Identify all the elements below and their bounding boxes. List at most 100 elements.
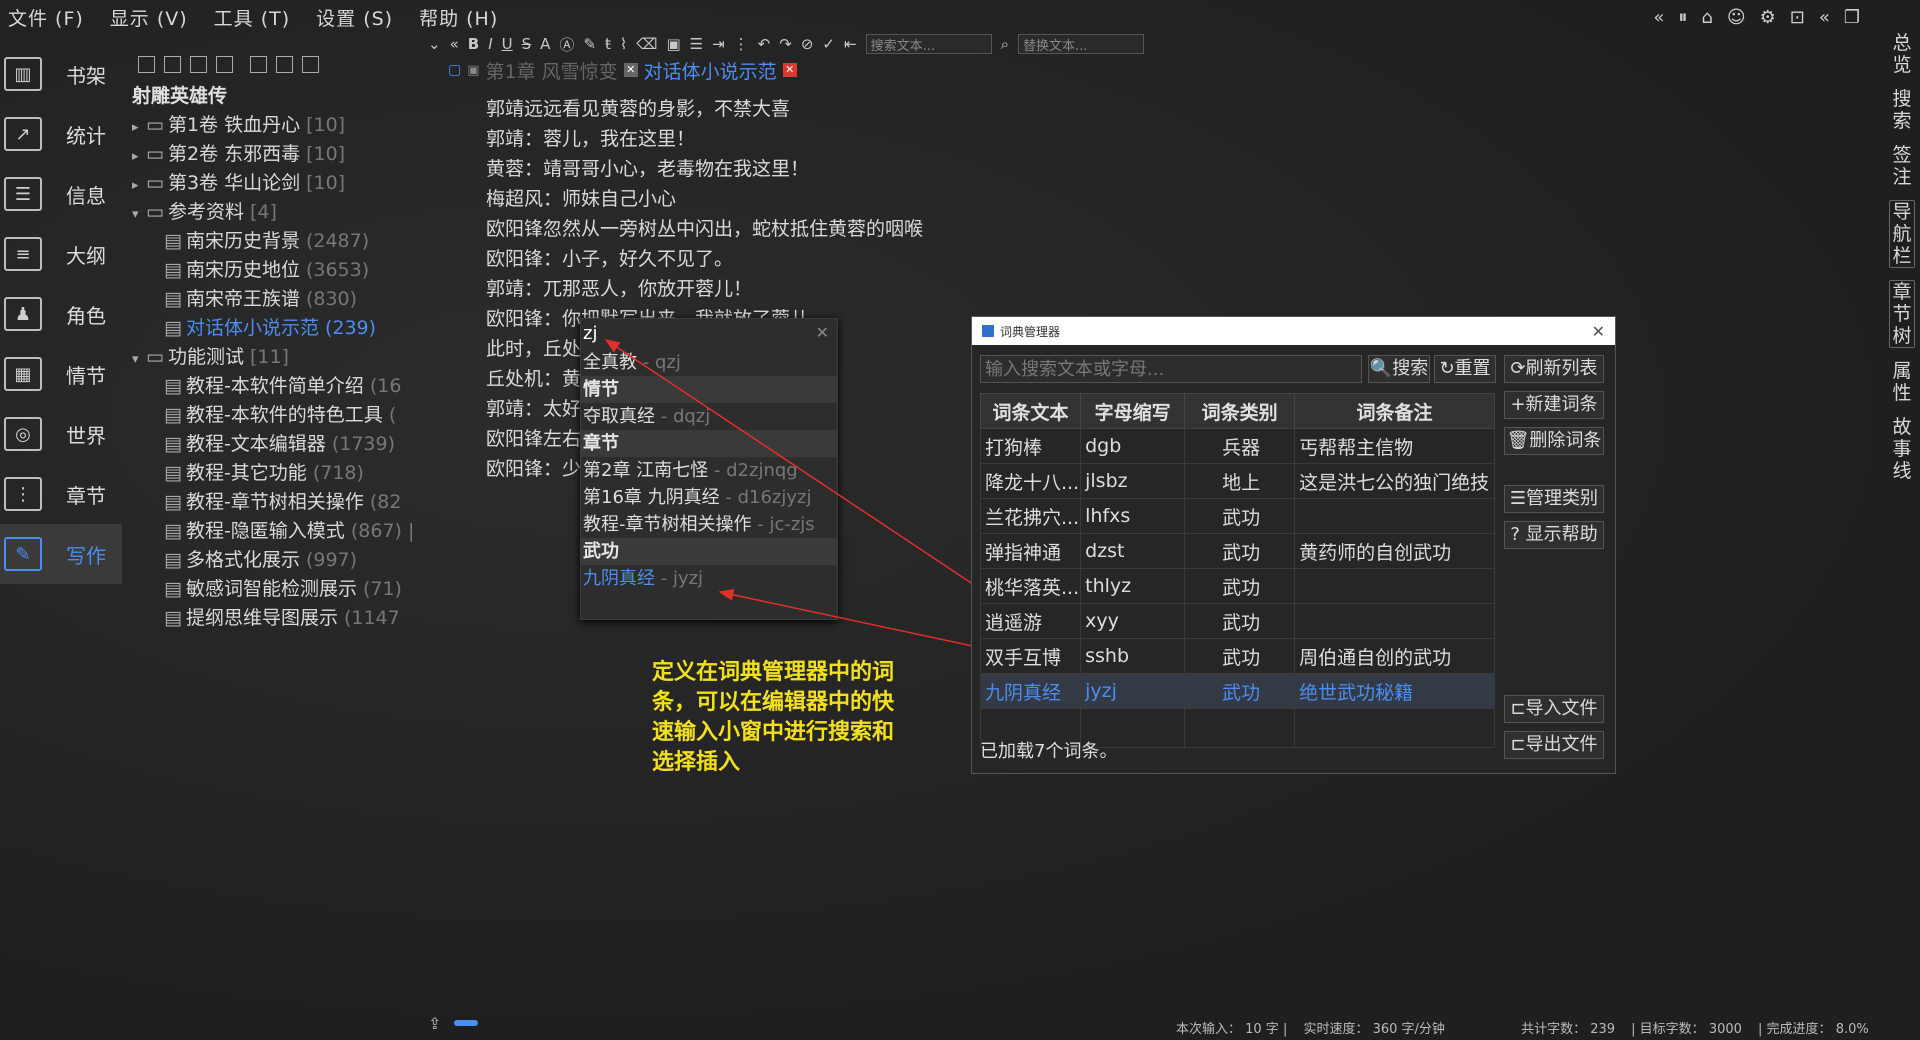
table-cell[interactable]: 兵器 (1184, 428, 1296, 464)
tree-item[interactable]: ▾ ▭ 参考资料 [4] (132, 198, 422, 227)
column-header[interactable]: 字母缩写 (1080, 393, 1186, 429)
close-icon[interactable]: ✕ (782, 63, 797, 77)
table-row[interactable]: 兰花拂穴... lhfxs 武功 (979, 498, 1495, 534)
table-row[interactable]: 九阴真经 jyzj 武功 绝世武功秘籍 (979, 673, 1495, 709)
nav-item-1[interactable]: ↗ 统计 (0, 104, 122, 164)
table-cell[interactable] (1294, 603, 1495, 639)
zoom-slider[interactable] (454, 1020, 478, 1026)
restore-window-icon[interactable]: ❐ (1844, 7, 1860, 28)
chevron-right-icon[interactable]: ▸ (132, 142, 146, 169)
expand-icon[interactable]: ⌄ (428, 35, 441, 53)
menu-settings[interactable]: 设置 (S) (316, 4, 393, 31)
right-tab[interactable]: 章节树 (1889, 280, 1915, 348)
dict-search-input[interactable]: 输入搜索文本或字母... (980, 355, 1362, 383)
tab-chapter1[interactable]: ▣ 第1章 风雪惊变 ✕ (467, 57, 638, 84)
nav-item-5[interactable]: ▦ 情节 (0, 344, 122, 404)
close-icon[interactable]: ✕ (816, 323, 829, 342)
nav-item-0[interactable]: ▥ 书架 (0, 44, 122, 104)
tree-item[interactable]: ▤ 南宋历史背景 (2487) (132, 227, 422, 256)
table-row[interactable]: 逍遥游 xyy 武功 (979, 603, 1495, 639)
show-help-button[interactable]: ? 显示帮助 (1504, 521, 1604, 549)
tree-item[interactable]: ▤ 教程-本软件的特色工具( (132, 401, 422, 430)
link-icon[interactable]: ⌇ (620, 35, 627, 53)
table-cell[interactable] (1294, 498, 1495, 534)
tree-item[interactable]: ▤ 教程-本软件简单介绍 (16 (132, 372, 422, 401)
strike-icon[interactable]: ŧ (605, 35, 611, 53)
table-row[interactable]: 桃华落英... thlyz 武功 (979, 568, 1495, 604)
strikethrough-icon[interactable]: S (522, 35, 532, 53)
table-cell[interactable]: 武功 (1184, 568, 1296, 604)
close-icon[interactable]: ✕ (623, 63, 638, 77)
tree-item[interactable]: ▤ 教程-其它功能 (718) (132, 459, 422, 488)
nav-item-7[interactable]: ⋮ 章节 (0, 464, 122, 524)
right-tab[interactable]: 总览 (1890, 32, 1914, 76)
italic-icon[interactable]: I (488, 35, 492, 53)
tree-item[interactable]: ▤ 南宋历史地位 (3653) (132, 256, 422, 285)
reset-button[interactable]: ↻重置 (1434, 355, 1496, 383)
close-icon[interactable]: ✕ (1592, 322, 1605, 341)
new-entry-button[interactable]: +新建词条 (1504, 391, 1604, 419)
tree-item[interactable]: ▤ 对话体小说示范 (239) (132, 314, 422, 343)
right-tab[interactable]: 搜索 (1890, 88, 1914, 132)
chevron-right-icon[interactable]: ▸ (132, 113, 146, 140)
table-cell[interactable]: 丐帮帮主信物 (1294, 428, 1495, 464)
column-header[interactable]: 词条备注 (1294, 393, 1495, 429)
back-icon[interactable]: ⇤ (844, 35, 857, 53)
replace-input[interactable]: 替换文本... (1017, 34, 1144, 54)
spellcheck-icon[interactable]: ✓ (822, 35, 835, 53)
table-cell[interactable]: 绝世武功秘籍 (1294, 673, 1495, 709)
tab-list-icon[interactable]: ▢ (448, 62, 461, 78)
popup-suggestion[interactable]: 全真教 - qzj (581, 349, 837, 376)
new-chapter-icon[interactable] (164, 56, 181, 73)
nav-item-3[interactable]: ≡ 大纲 (0, 224, 122, 284)
table-cell[interactable]: 周伯通自创的武功 (1294, 638, 1495, 674)
chevron-down-icon[interactable]: ▾ (132, 345, 146, 372)
chevron-right-icon[interactable]: ▸ (132, 171, 146, 198)
right-tab[interactable]: 故事线 (1890, 416, 1914, 482)
import-file-button[interactable]: ⊏导入文件 (1504, 695, 1604, 723)
tree-item[interactable]: ▸ ▭ 第1卷 铁血丹心 [10] (132, 111, 422, 140)
table-cell[interactable]: 武功 (1184, 498, 1296, 534)
right-tab[interactable]: 导航栏 (1889, 200, 1915, 268)
tree-item[interactable]: ▤ 提纲思维导图展示 (1147 (132, 604, 422, 633)
popup-suggestion[interactable]: 九阴真经 - jyzj (581, 565, 837, 592)
menu-file[interactable]: 文件 (F) (8, 4, 84, 31)
table-cell[interactable]: 地上 (1184, 463, 1296, 499)
gear-icon[interactable]: ⚙ (1760, 7, 1776, 28)
tree-item[interactable]: ▸ ▭ 第3卷 华山论剑 [10] (132, 169, 422, 198)
bold-icon[interactable]: B (468, 35, 479, 53)
tree-item[interactable]: ▤ 敏感词智能检测展示 (71) (132, 575, 422, 604)
popup-suggestion[interactable]: 教程-章节树相关操作 - jc-zjs (581, 511, 837, 538)
table-cell[interactable] (1294, 568, 1495, 604)
eraser-icon[interactable]: ⌫ (636, 35, 657, 53)
search-button[interactable]: 🔍搜索 (1368, 355, 1430, 383)
table-cell[interactable]: 武功 (1184, 533, 1296, 569)
refresh-list-button[interactable]: ⟳刷新列表 (1504, 355, 1604, 383)
indent-icon[interactable]: ⇥ (712, 35, 725, 53)
collapse-left-icon[interactable]: « (1653, 7, 1664, 28)
pen-icon[interactable]: ✎ (583, 35, 596, 53)
new-volume-icon[interactable] (138, 56, 155, 73)
table-cell[interactable]: 黄药师的自创武功 (1294, 533, 1495, 569)
table-row[interactable]: 降龙十八... jlsbz 地上 这是洪七公的独门绝技 (979, 463, 1495, 499)
undo-icon[interactable]: ↶ (758, 35, 771, 53)
column-header[interactable]: 词条文本 (979, 393, 1082, 429)
menu-help[interactable]: 帮助 (H) (419, 4, 498, 31)
shirt-icon[interactable]: ⌂ (1701, 7, 1712, 28)
collapse-icon[interactable] (190, 56, 207, 73)
lock-icon[interactable]: ⊡ (1790, 7, 1805, 28)
table-cell[interactable]: 武功 (1184, 603, 1296, 639)
right-tab[interactable]: 签注 (1890, 144, 1914, 188)
hide-icon[interactable]: ⊘ (801, 35, 814, 53)
numbered-list-icon[interactable]: ⋮ (734, 35, 749, 53)
search-icon[interactable]: ⌕ (1001, 35, 1009, 53)
nav-item-6[interactable]: ◎ 世界 (0, 404, 122, 464)
user-icon[interactable]: ☺ (1727, 7, 1746, 28)
export-file-button[interactable]: ⊏导出文件 (1504, 731, 1604, 759)
double-chevron-icon[interactable]: « (1819, 7, 1830, 28)
split-icon[interactable] (276, 56, 293, 73)
nav-item-2[interactable]: ☰ 信息 (0, 164, 122, 224)
delete-entry-button[interactable]: 🗑删除词条 (1504, 427, 1604, 455)
popup-suggestion[interactable]: 第16章 九阴真经 - d16zjyzj (581, 484, 837, 511)
table-cell[interactable]: 武功 (1184, 673, 1296, 709)
